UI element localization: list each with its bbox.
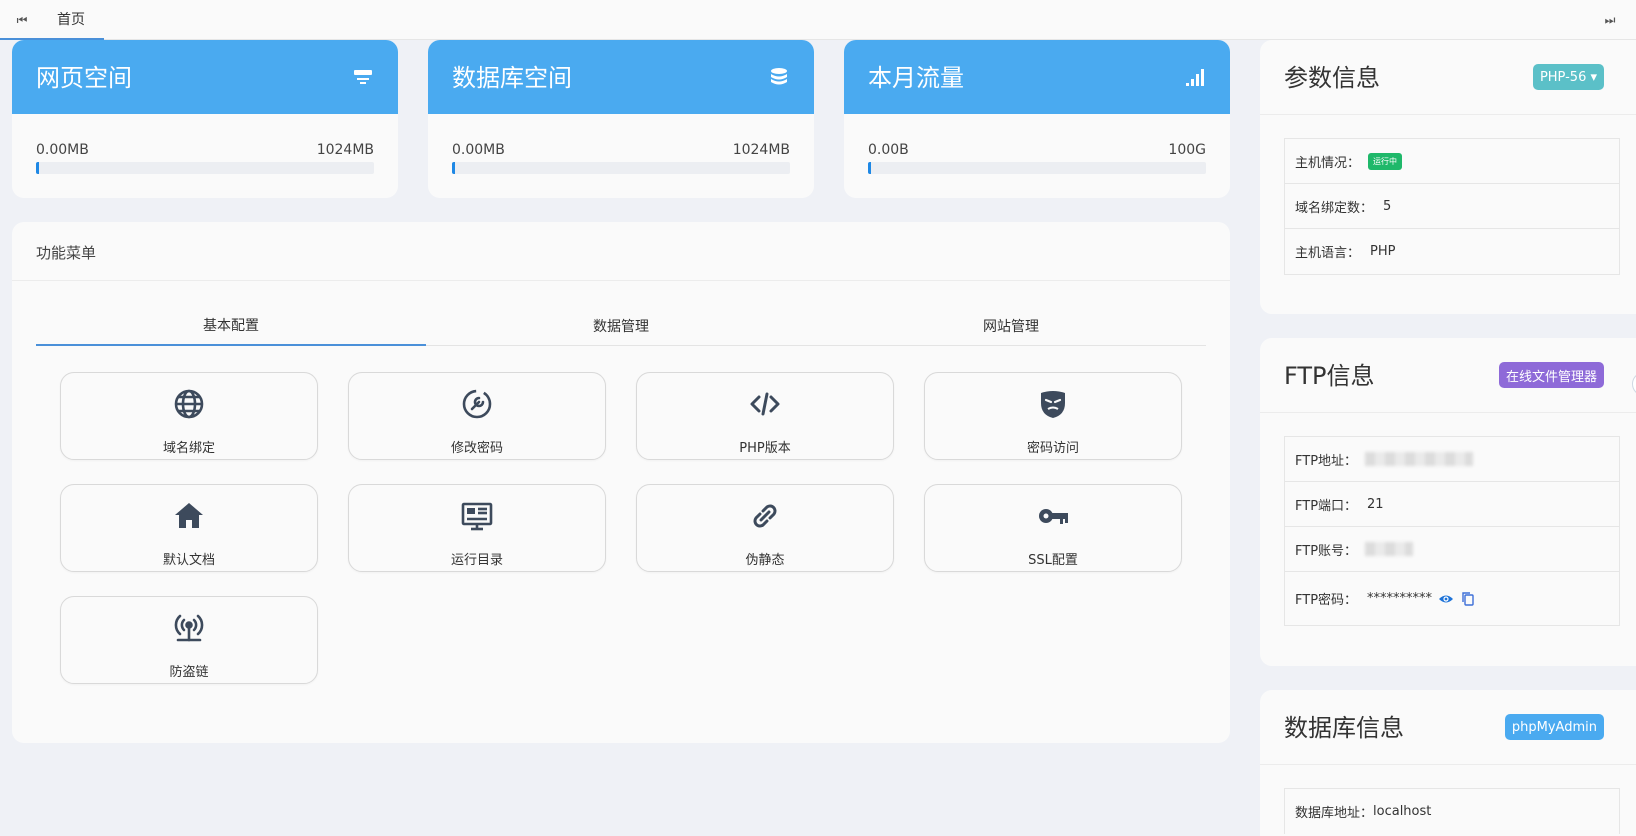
row-ftp-password: FTP密码： ********** bbox=[1285, 572, 1619, 625]
row-label: 主机语言： bbox=[1295, 246, 1361, 261]
tab-site-management[interactable]: 网站管理 bbox=[816, 306, 1206, 345]
tile-label: SSL配置 bbox=[1028, 553, 1078, 568]
stat-total: 100G bbox=[1168, 142, 1206, 158]
home-icon bbox=[175, 503, 203, 528]
row-label: FTP地址： bbox=[1295, 453, 1358, 469]
tile-label: 默认文档 bbox=[162, 553, 215, 568]
menu-tabs: 基本配置 数据管理 网站管理 bbox=[36, 306, 1206, 346]
antenna-icon bbox=[174, 614, 204, 642]
tile-label: 域名绑定 bbox=[162, 441, 215, 456]
progress-bar bbox=[868, 162, 1206, 174]
tile-label: 修改密码 bbox=[450, 441, 503, 456]
phpmyadmin-button[interactable]: phpMyAdmin bbox=[1504, 714, 1604, 740]
wrench-icon bbox=[462, 389, 492, 419]
ftp-password-value: ********** bbox=[1367, 591, 1433, 606]
key-icon bbox=[1039, 509, 1068, 524]
stat-card-web-space: 网页空间 0.00MB 1024MB bbox=[12, 40, 398, 198]
stat-title: 网页空间 bbox=[36, 64, 132, 92]
row-host-status: 主机情况： 运行中 bbox=[1285, 139, 1619, 184]
row-ftp-account: FTP账号： bbox=[1285, 527, 1619, 572]
tile-label: 运行目录 bbox=[450, 553, 503, 568]
file-manager-button[interactable]: 在线文件管理器 bbox=[1498, 362, 1604, 388]
scroll-right-icon[interactable]: ⏭ bbox=[1598, 8, 1622, 32]
tile-label: 伪静态 bbox=[745, 553, 785, 568]
tile-password-access[interactable]: 密码访问 bbox=[924, 372, 1182, 460]
link-icon bbox=[753, 504, 777, 528]
tile-hotlink-protection[interactable]: 防盗链 bbox=[60, 596, 318, 684]
mask-icon bbox=[1041, 391, 1065, 418]
tile-rewrite[interactable]: 伪静态 bbox=[636, 484, 894, 572]
monitor-list-icon bbox=[461, 502, 493, 531]
database-icon bbox=[771, 68, 787, 85]
status-badge: 运行中 bbox=[1368, 152, 1403, 170]
php-version-button[interactable]: PHP-56 ▾ bbox=[1532, 64, 1604, 90]
eye-icon[interactable] bbox=[1438, 591, 1454, 607]
scroll-left-icon[interactable]: ⏮ bbox=[10, 8, 34, 32]
ftp-panel: FTP信息 在线文件管理器 FTP地址： FTP端口： 21 FTP账号： FT… bbox=[1260, 338, 1636, 666]
panel-title: 参数信息 bbox=[1284, 64, 1380, 92]
stat-card-monthly-traffic: 本月流量 0.00B 100G bbox=[844, 40, 1230, 198]
tile-domain-binding[interactable]: 域名绑定 bbox=[60, 372, 318, 460]
tile-label: PHP版本 bbox=[739, 441, 791, 456]
row-label: FTP密码： bbox=[1295, 593, 1358, 608]
row-domain-count: 域名绑定数： 5 bbox=[1285, 184, 1619, 229]
row-ftp-address: FTP地址： bbox=[1285, 437, 1619, 482]
row-label: 域名绑定数： bbox=[1295, 200, 1374, 216]
tile-ssl-config[interactable]: SSL配置 bbox=[924, 484, 1182, 572]
stat-title: 本月流量 bbox=[868, 64, 964, 92]
progress-bar bbox=[452, 162, 790, 174]
stat-card-database-space: 数据库空间 0.00MB 1024MB bbox=[428, 40, 814, 198]
params-table: 主机情况： 运行中 域名绑定数： 5 主机语言： PHP bbox=[1284, 138, 1620, 275]
panel-title: 数据库信息 bbox=[1284, 714, 1404, 742]
copy-icon[interactable] bbox=[1460, 591, 1476, 607]
globe-icon bbox=[174, 389, 204, 419]
database-table: 数据库地址： localhost bbox=[1284, 788, 1620, 834]
database-panel: 数据库信息 phpMyAdmin 数据库地址： localhost bbox=[1260, 690, 1636, 836]
tile-label: 密码访问 bbox=[1026, 441, 1079, 456]
row-label: FTP端口： bbox=[1295, 498, 1358, 514]
row-ftp-port: FTP端口： 21 bbox=[1285, 482, 1619, 527]
redacted-value bbox=[1365, 542, 1414, 556]
function-menu-card: 功能菜单 基本配置 数据管理 网站管理 域名绑定 修改密码 PHP版本 密码访问… bbox=[12, 222, 1230, 743]
top-tab-bar: ⏮ 首页 ⏭ bbox=[0, 0, 1636, 40]
domain-count-value: 5 bbox=[1383, 198, 1392, 214]
stat-used: 0.00MB bbox=[452, 142, 505, 158]
language-value: PHP bbox=[1370, 244, 1396, 259]
db-address-value: localhost bbox=[1373, 804, 1432, 819]
tile-change-password[interactable]: 修改密码 bbox=[348, 372, 606, 460]
divider bbox=[12, 280, 1230, 281]
code-icon bbox=[750, 392, 780, 416]
ftp-port-value: 21 bbox=[1367, 496, 1384, 512]
tab-basic-config[interactable]: 基本配置 bbox=[36, 306, 426, 346]
row-db-address: 数据库地址： localhost bbox=[1285, 789, 1619, 834]
tile-label: 防盗链 bbox=[169, 665, 209, 680]
signal-icon bbox=[1186, 69, 1204, 86]
row-label: FTP账号： bbox=[1295, 543, 1358, 559]
params-panel: 参数信息 PHP-56 ▾ 主机情况： 运行中 域名绑定数： 5 主机语言： P… bbox=[1260, 40, 1636, 314]
stat-total: 1024MB bbox=[316, 142, 374, 158]
progress-bar bbox=[36, 162, 374, 174]
ftp-table: FTP地址： FTP端口： 21 FTP账号： FTP密码： *********… bbox=[1284, 436, 1620, 626]
menu-title: 功能菜单 bbox=[36, 244, 97, 262]
redacted-value bbox=[1365, 452, 1474, 466]
server-icon bbox=[354, 70, 372, 84]
stat-used: 0.00MB bbox=[36, 142, 89, 158]
row-label: 主机情况： bbox=[1295, 155, 1361, 171]
row-host-language: 主机语言： PHP bbox=[1285, 229, 1619, 274]
tab-data-management[interactable]: 数据管理 bbox=[426, 306, 816, 345]
panel-title: FTP信息 bbox=[1284, 362, 1375, 390]
stat-total: 1024MB bbox=[732, 142, 790, 158]
tile-php-version[interactable]: PHP版本 bbox=[636, 372, 894, 460]
stat-used: 0.00B bbox=[868, 142, 909, 158]
tile-run-directory[interactable]: 运行目录 bbox=[348, 484, 606, 572]
stat-title: 数据库空间 bbox=[452, 64, 572, 92]
tile-default-document[interactable]: 默认文档 bbox=[60, 484, 318, 572]
row-label: 数据库地址： bbox=[1295, 806, 1374, 821]
tab-home[interactable]: 首页 bbox=[0, 0, 104, 40]
